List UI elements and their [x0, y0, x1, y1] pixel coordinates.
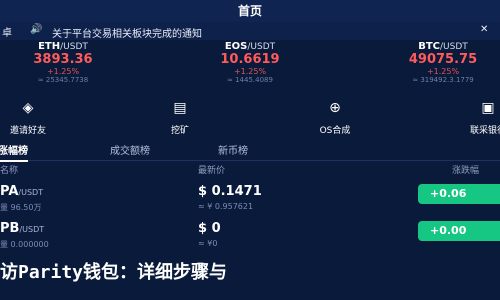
row-volume: 量 96.50万	[0, 203, 42, 212]
ticker-price: 10.6619	[220, 52, 280, 67]
row-volume: 量 0.000000	[0, 240, 49, 249]
list-item[interactable]: PA/USDT 量 96.50万 $ 0.1471 ≈ ¥ 0.957621 +…	[0, 180, 500, 220]
row-price: $ 0	[198, 221, 221, 236]
quick-os[interactable]: ⊕ OS合成	[285, 95, 385, 140]
tab-volume[interactable]: 成交额榜	[110, 142, 150, 157]
pickaxe-icon: ▤	[173, 100, 187, 116]
row-symbol: PA/USDT	[0, 184, 43, 199]
column-change: 涨跌幅	[452, 166, 480, 176]
change-badge[interactable]: +0.06	[418, 184, 500, 204]
ticker-volume: ≈ 1445.4089	[227, 76, 273, 84]
ticker-change: +1.25%	[426, 67, 460, 76]
article-banner: 访Parity钱包：详细步骤与	[0, 258, 500, 284]
ticker-pair: EOS/USDT	[175, 41, 325, 52]
ticker-base: EOS	[224, 41, 248, 52]
tab-new[interactable]: 新币榜	[218, 142, 248, 157]
ticker-pair: ETH/USDT	[0, 41, 138, 52]
notice-mark: 卓	[2, 28, 12, 39]
speaker-icon: 🔊	[30, 24, 43, 35]
row-cny-price: ≈ ¥0	[198, 239, 218, 248]
ticker-base: BTC	[418, 41, 441, 52]
gift-icon: ◈	[22, 100, 34, 116]
ticker-quote: /USDT	[247, 42, 276, 52]
quick-invite[interactable]: ◈ 邀请好友	[0, 95, 78, 140]
ticker-eth[interactable]: ETH/USDT 3893.36 +1.25% ≈ 25345.7738	[0, 40, 138, 90]
close-icon[interactable]: ✕	[480, 24, 488, 35]
ticker-volume: ≈ 25345.7738	[37, 76, 89, 84]
row-quote: /USDT	[19, 225, 45, 234]
quick-label: OS合成	[319, 126, 351, 136]
ticker-change: +1.25%	[46, 67, 80, 76]
ticker-pair: BTC/USDT	[368, 41, 500, 52]
top-bar: 首页	[0, 0, 500, 22]
ticker-quote: /USDT	[440, 42, 468, 52]
quick-label: 联采银行	[469, 126, 500, 136]
row-quote: /USDT	[18, 188, 44, 197]
page-title: 首页	[237, 4, 262, 18]
banner-text: 访Parity钱包：详细步骤与	[0, 262, 228, 283]
ranking-tabs: 涨幅榜 成交额榜 新币榜	[0, 140, 500, 162]
ticker-quote: /USDT	[60, 42, 88, 52]
ticker-price: 3893.36	[33, 52, 93, 67]
row-cny-price: ≈ ¥ 0.957621	[198, 202, 254, 211]
row-base: PA	[0, 184, 19, 199]
quick-actions: ◈ 邀请好友 ▤ 挖矿 ⊕ OS合成 ▣ 联采银行	[0, 95, 500, 140]
column-name: 名称	[0, 166, 19, 176]
row-symbol: PB/USDT	[0, 221, 44, 236]
os-icon: ⊕	[329, 100, 341, 116]
quick-mining[interactable]: ▤ 挖矿	[130, 95, 230, 140]
ticker-base: ETH	[38, 41, 61, 52]
row-price: $ 0.1471	[198, 184, 262, 199]
quick-label: 邀请好友	[9, 126, 46, 136]
column-price: 最新价	[198, 166, 226, 176]
ticker-btc[interactable]: BTC/USDT 49075.75 +1.25% ≈ 319492.3.1779	[368, 40, 500, 90]
tab-gainers[interactable]: 涨幅榜	[0, 142, 28, 162]
notice-bar[interactable]: 卓 🔊 关于平台交易相关板块完成的通知 ✕	[0, 22, 500, 40]
notice-text[interactable]: 关于平台交易相关板块完成的通知	[52, 25, 202, 40]
change-badge[interactable]: +0.00	[418, 221, 500, 241]
ticker-eos[interactable]: EOS/USDT 10.6619 +1.25% ≈ 1445.4089	[175, 40, 325, 90]
quick-bank[interactable]: ▣ 联采银行	[438, 95, 500, 140]
ticker-change: +1.25%	[233, 67, 267, 76]
bank-icon: ▣	[481, 100, 495, 116]
ticker-volume: ≈ 319492.3.1779	[412, 76, 474, 84]
row-base: PB	[0, 221, 20, 236]
quick-label: 挖矿	[170, 126, 189, 136]
list-item[interactable]: PB/USDT 量 0.000000 $ 0 ≈ ¥0 +0.00	[0, 217, 500, 257]
ticker-strip: ETH/USDT 3893.36 +1.25% ≈ 25345.7738 EOS…	[0, 40, 500, 90]
ticker-price: 49075.75	[408, 52, 478, 67]
